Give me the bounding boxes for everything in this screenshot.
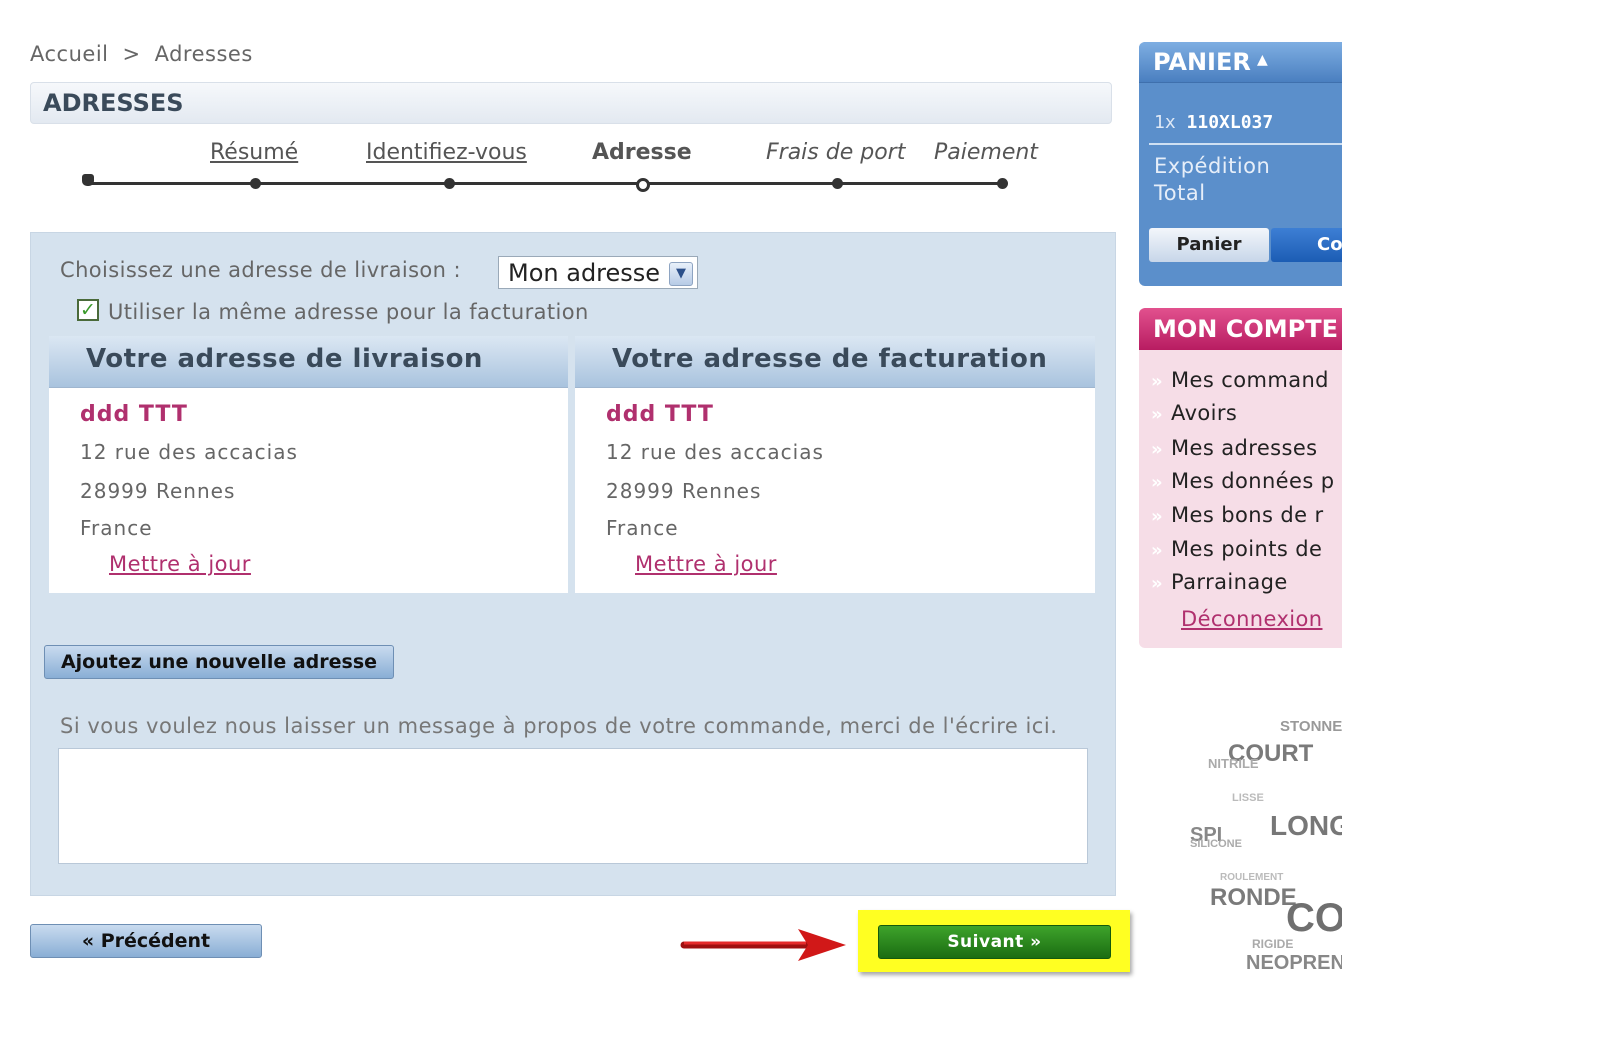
tag-cloud-item[interactable]: NITRILE (1208, 756, 1259, 771)
cart-divider (1149, 143, 1342, 145)
account-item-label: Mes adresses (1171, 436, 1318, 460)
cart-box: PANIER ▲ 1x 110XL037 Expédition Total Pa… (1139, 42, 1342, 286)
cart-shipping-label: Expédition (1154, 154, 1271, 178)
cart-header[interactable]: PANIER ▲ (1139, 42, 1342, 83)
billing-name: ddd TTT (606, 402, 714, 427)
step-dot-identify (444, 178, 455, 189)
delivery-name: ddd TTT (80, 402, 188, 427)
delivery-address-select[interactable]: Mon adresse ▼ (498, 256, 698, 289)
account-item-personal-data[interactable]: » Mes données p (1151, 469, 1334, 493)
delivery-address-select-value: Mon adresse (508, 259, 661, 287)
delivery-address-header: Votre adresse de livraison (49, 336, 568, 388)
next-button[interactable]: Suivant » (878, 925, 1111, 959)
delivery-address-heading: Votre adresse de livraison (86, 344, 483, 374)
chevron-right-icon: » (1151, 540, 1164, 561)
tag-cloud-item[interactable]: SILICONE (1190, 838, 1242, 850)
tag-cloud-item[interactable]: ROULEMENT (1220, 872, 1283, 883)
delivery-city: 28999 Rennes (80, 479, 236, 503)
billing-city: 28999 Rennes (606, 479, 762, 503)
tag-cloud-item[interactable]: LISSE (1232, 792, 1264, 804)
cart-total-label: Total (1154, 181, 1206, 205)
chevron-right-icon: » (1151, 506, 1164, 527)
billing-address-card: Votre adresse de facturation ddd TTT 12 … (575, 336, 1095, 593)
tag-cloud-item[interactable]: LONG (1270, 810, 1342, 842)
chevron-right-icon: » (1151, 371, 1164, 392)
cart-title: PANIER (1153, 48, 1251, 76)
delivery-country: France (80, 516, 153, 540)
step-dot-address (636, 178, 650, 192)
account-item-addresses[interactable]: » Mes adresses (1151, 436, 1318, 460)
delivery-update-link[interactable]: Mettre à jour (109, 552, 251, 576)
choose-address-label: Choisissez une adresse de livraison : (60, 258, 461, 282)
view-cart-button[interactable]: Panier (1149, 228, 1269, 262)
breadcrumb-separator: > (122, 42, 141, 66)
account-item-label: Mes données p (1171, 469, 1335, 493)
account-item-label: Parrainage (1171, 570, 1288, 594)
account-item-label: Mes points de (1171, 537, 1323, 561)
chevron-right-icon: » (1151, 472, 1164, 493)
account-item-credits[interactable]: » Avoirs (1151, 401, 1237, 425)
chevron-right-icon: » (1151, 404, 1164, 425)
account-header: MON COMPTE (1139, 308, 1342, 350)
account-item-label: Avoirs (1171, 401, 1238, 425)
billing-street: 12 rue des accacias (606, 440, 824, 464)
chevron-down-icon[interactable]: ▼ (669, 262, 693, 286)
account-item-label: Mes bons de r (1171, 503, 1324, 527)
billing-address-heading: Votre adresse de facturation (612, 344, 1048, 374)
cart-item: 1x 110XL037 (1154, 112, 1273, 133)
tag-cloud-item[interactable]: RONDE (1210, 884, 1297, 912)
lock-icon (82, 174, 94, 186)
chevron-up-icon[interactable]: ▲ (1257, 52, 1268, 68)
account-title: MON COMPTE (1153, 315, 1338, 343)
billing-country: France (606, 516, 679, 540)
step-progress-line (88, 182, 1004, 185)
step-resume-link[interactable]: Résumé (210, 140, 298, 165)
account-box: MON COMPTE » Mes command » Avoirs » Mes adr… (1139, 308, 1342, 648)
delivery-address-card: Votre adresse de livraison ddd TTT 12 ru… (49, 336, 568, 593)
chevron-right-icon: » (1151, 439, 1164, 460)
tag-cloud-item[interactable]: RIGIDE (1252, 937, 1293, 951)
checkout-button[interactable]: Co (1271, 228, 1342, 262)
step-payment: Paiement (934, 140, 1038, 165)
step-shipping: Frais de port (766, 140, 906, 165)
step-dot-shipping (832, 178, 843, 189)
account-item-referral[interactable]: » Parrainage (1151, 570, 1288, 594)
tag-cloud-item[interactable]: CO (1286, 896, 1342, 941)
account-item-orders[interactable]: » Mes command (1151, 368, 1329, 392)
account-item-points[interactable]: » Mes points de (1151, 537, 1322, 561)
add-address-button[interactable]: Ajoutez une nouvelle adresse (44, 645, 394, 679)
delivery-street: 12 rue des accacias (80, 440, 298, 464)
breadcrumb: Accueil > Adresses (30, 42, 253, 66)
previous-button[interactable]: « Précédent (30, 924, 262, 958)
logout-link[interactable]: Déconnexion (1181, 607, 1322, 631)
chevron-right-icon: » (1151, 573, 1164, 594)
cart-item-ref[interactable]: 110XL037 (1187, 112, 1274, 133)
step-dot-resume (250, 178, 261, 189)
account-item-label: Mes command (1171, 368, 1329, 392)
order-message-textarea[interactable] (58, 748, 1088, 864)
step-dot-payment (997, 178, 1008, 189)
tag-cloud-item[interactable]: STONNE (1280, 718, 1342, 735)
order-message-label: Si vous voulez nous laisser un message à… (60, 714, 1058, 738)
billing-address-header: Votre adresse de facturation (575, 336, 1095, 388)
billing-update-link[interactable]: Mettre à jour (635, 552, 777, 576)
same-address-checkbox[interactable]: ✓ (77, 299, 99, 321)
cart-item-qty: 1x (1154, 112, 1176, 133)
breadcrumb-current: Adresses (154, 42, 253, 66)
tag-cloud: STONNE COURT NITRILE LISSE LONG SPI SILI… (1180, 710, 1342, 980)
tag-cloud-item[interactable]: NEOPREN (1246, 952, 1342, 975)
step-identify-link[interactable]: Identifiez-vous (366, 140, 527, 165)
same-address-label[interactable]: Utiliser la même adresse pour la factura… (108, 300, 589, 324)
page-title-bar: ADRESSES (30, 82, 1112, 124)
page-title: ADRESSES (43, 89, 184, 117)
red-arrow-icon (680, 929, 846, 961)
account-item-vouchers[interactable]: » Mes bons de r (1151, 503, 1324, 527)
breadcrumb-home-link[interactable]: Accueil (30, 42, 109, 66)
step-address-current: Adresse (592, 140, 692, 165)
